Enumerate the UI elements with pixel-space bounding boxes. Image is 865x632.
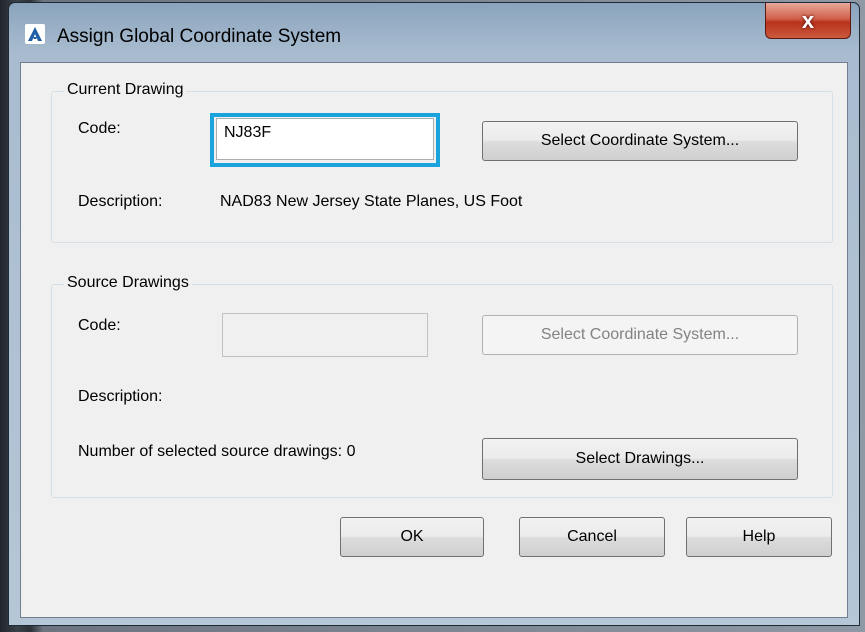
window-title: Assign Global Coordinate System <box>57 26 342 47</box>
source-code-label: Code: <box>78 317 121 334</box>
source-select-coordinate-system-button[interactable]: Select Coordinate System... <box>482 315 798 355</box>
source-drawings-group-label: Source Drawings <box>64 274 192 292</box>
ok-button[interactable]: OK <box>340 517 484 557</box>
close-icon: x <box>801 7 815 33</box>
current-description-label: Description: <box>78 193 163 210</box>
dialog-client-area: Current Drawing Code: NJ83F Select Coord… <box>20 62 848 618</box>
title-bar[interactable]: Assign Global Coordinate System x <box>9 3 859 65</box>
select-drawings-button[interactable]: Select Drawings... <box>482 438 798 480</box>
current-drawing-group-label: Current Drawing <box>64 81 187 99</box>
close-button[interactable]: x <box>765 3 851 39</box>
autocad-logo-icon <box>25 24 45 44</box>
selected-drawings-count: Number of selected source drawings: 0 <box>78 443 356 460</box>
source-code-input[interactable] <box>222 313 428 357</box>
current-drawing-group: Current Drawing Code: NJ83F Select Coord… <box>51 81 833 243</box>
current-code-label: Code: <box>78 120 121 137</box>
help-button[interactable]: Help <box>686 517 832 557</box>
cancel-button[interactable]: Cancel <box>519 517 665 557</box>
current-description-value: NAD83 New Jersey State Planes, US Foot <box>220 193 523 210</box>
select-coordinate-system-button[interactable]: Select Coordinate System... <box>482 121 798 161</box>
source-description-label: Description: <box>78 388 163 405</box>
source-drawings-group: Source Drawings Code: Select Coordinate … <box>51 274 833 498</box>
dialog-window: Assign Global Coordinate System x Curren… <box>8 2 860 626</box>
current-code-input[interactable]: NJ83F <box>216 118 434 160</box>
